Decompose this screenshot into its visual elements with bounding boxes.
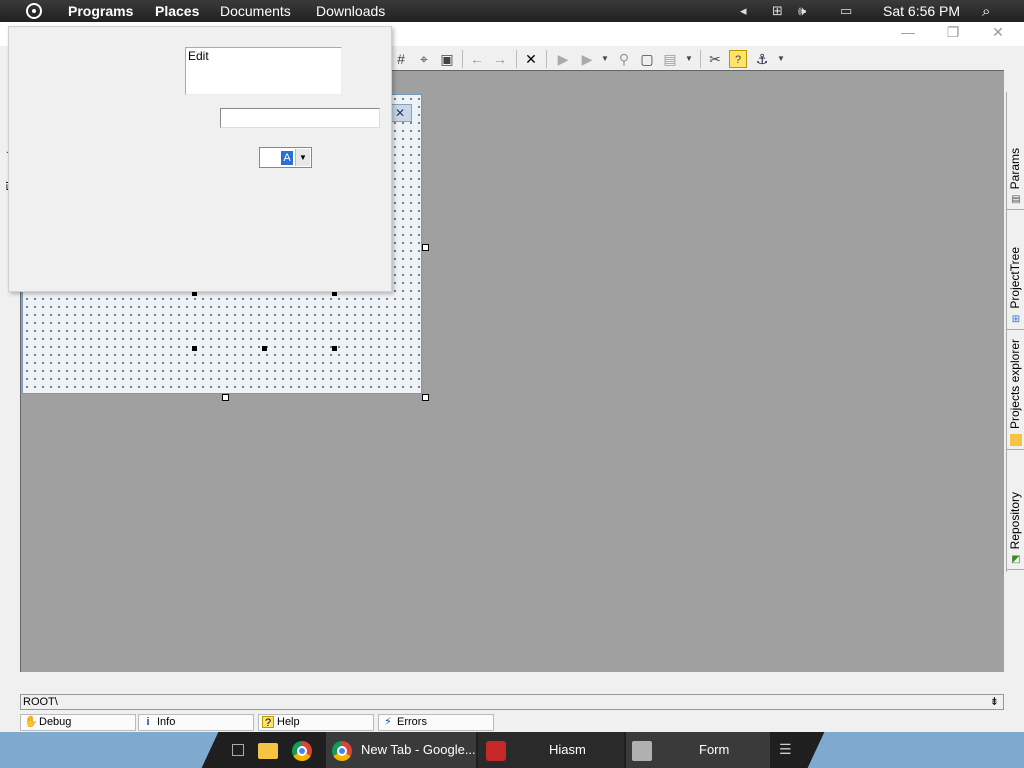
memo-field[interactable]: Edit (185, 47, 342, 95)
volume-icon[interactable]: 🕪 (798, 3, 806, 19)
search-icon[interactable]: ⌕ (982, 3, 990, 20)
tab-help-label: Help (277, 716, 300, 728)
menu-programs[interactable]: Programs (68, 3, 133, 19)
bottom-tabs: ✋ Debug i Info ? Help ⚡ Errors (20, 712, 1004, 732)
tab-info[interactable]: i Info (138, 714, 254, 731)
menu-downloads[interactable]: Downloads (316, 3, 385, 19)
chevron-down-icon[interactable]: ▼ (295, 149, 310, 166)
delete-icon[interactable]: ✕ (522, 50, 540, 68)
tab-repository[interactable]: Repository ◩ (1007, 450, 1024, 570)
resize-handle[interactable] (422, 244, 429, 251)
form-preview-window: Edit A ▼ (8, 26, 392, 292)
combo-box[interactable]: A ▼ (259, 147, 312, 168)
help-icon: ? (262, 716, 274, 729)
taskbar-app-label: New Tab - Google... (361, 742, 476, 757)
network-icon[interactable]: ⊞ (772, 3, 783, 19)
taskbar-app-hiasm[interactable]: Hiasm (478, 732, 624, 768)
toolbar-separator (700, 50, 701, 68)
folder-icon (1010, 434, 1022, 446)
anchor-icon[interactable]: ⚓ (753, 50, 771, 68)
toolbar-separator (462, 50, 463, 68)
menu-icon[interactable]: ☰ (779, 742, 793, 756)
right-side-tabs: Params ▤ ProjectTree ⊞ Projects explorer… (1006, 92, 1024, 572)
tab-projects-explorer-label: Projects explorer (1008, 338, 1022, 429)
path-text: ROOT\ (23, 696, 58, 708)
control-handle[interactable] (262, 346, 267, 351)
control-handle[interactable] (192, 346, 197, 351)
taskbar-app-form[interactable]: Form (626, 732, 770, 768)
combo-selected-value: A (281, 151, 293, 165)
undo-icon[interactable]: ← (468, 50, 486, 68)
resize-handle[interactable] (422, 394, 429, 401)
project-dropdown-icon[interactable]: ▤ (661, 50, 679, 68)
tools-icon[interactable]: ✂ (706, 50, 724, 68)
show-desktop-icon[interactable] (232, 744, 244, 756)
grid-icon[interactable]: # (392, 50, 410, 68)
tab-repository-label: Repository (1008, 491, 1022, 549)
files-icon[interactable] (258, 743, 278, 759)
arrow-left-icon[interactable]: ◂ (740, 3, 747, 19)
hiasm-icon (486, 741, 506, 761)
toolbar-separator (546, 50, 547, 68)
taskbar: New Tab - Google... Hiasm Form ☰ (0, 732, 1024, 768)
tab-projecttree[interactable]: ProjectTree ⊞ (1007, 210, 1024, 330)
chevron-down-icon[interactable]: ▼ (596, 50, 614, 68)
menu-places[interactable]: Places (155, 3, 199, 19)
form-icon (632, 741, 652, 761)
form-icon[interactable]: ▢ (638, 50, 656, 68)
run-dropdown-icon[interactable]: ▶ (578, 50, 596, 68)
display-icon[interactable]: ▭ (840, 3, 852, 19)
taskbar-app-chrome[interactable]: New Tab - Google... (326, 732, 476, 768)
split-icon[interactable]: ⇟ (990, 695, 999, 709)
errors-icon: ⚡ (384, 716, 392, 728)
run-icon[interactable]: ▶ (554, 50, 572, 68)
toolbar-separator (516, 50, 517, 68)
chrome-launcher-icon[interactable] (292, 741, 312, 761)
tab-projecttree-label: ProjectTree (1008, 247, 1022, 309)
tab-params-label: Params (1008, 147, 1022, 189)
path-bar: ROOT\ ⇟ (20, 694, 1004, 710)
tab-projects-explorer[interactable]: Projects explorer (1007, 330, 1024, 450)
minimize-icon[interactable]: — (898, 24, 918, 40)
align-center-icon[interactable]: ⌖ (415, 50, 433, 68)
project-tree-icon: ⊞ (1011, 314, 1021, 325)
chevron-down-icon[interactable]: ▼ (772, 50, 790, 68)
resize-handle[interactable] (222, 394, 229, 401)
top-panel: Programs Places Documents Downloads ◂ ⊞ … (0, 0, 1024, 22)
tab-errors[interactable]: ⚡ Errors (378, 714, 494, 731)
tab-info-label: Info (157, 716, 176, 728)
step-icon[interactable]: ⚲ (615, 50, 633, 68)
hand-icon: ✋ (24, 716, 38, 728)
tab-errors-label: Errors (397, 716, 427, 728)
params-icon: ▤ (1011, 194, 1021, 205)
control-handle[interactable] (332, 346, 337, 351)
redo-icon[interactable]: → (491, 50, 509, 68)
chrome-icon (332, 741, 352, 761)
menu-documents[interactable]: Documents (220, 3, 291, 19)
restore-icon[interactable]: ❐ (943, 24, 963, 41)
tab-debug[interactable]: ✋ Debug (20, 714, 136, 731)
taskbar-app-label: Form (699, 742, 730, 757)
activities-icon[interactable] (26, 3, 42, 19)
info-icon: i (146, 716, 150, 728)
taskbar-app-label: Hiasm (549, 742, 586, 757)
clock[interactable]: Sat 6:56 PM (883, 3, 960, 19)
chevron-down-icon[interactable]: ▼ (680, 50, 698, 68)
tab-params[interactable]: Params ▤ (1007, 92, 1024, 210)
edit-field[interactable] (220, 108, 380, 128)
tab-debug-label: Debug (39, 716, 72, 728)
close-icon[interactable]: ✕ (988, 24, 1008, 41)
help-icon[interactable]: ? (729, 50, 747, 68)
tab-help[interactable]: ? Help (258, 714, 374, 731)
repository-icon: ◩ (1011, 554, 1021, 565)
fit-icon[interactable]: ▣ (438, 50, 456, 68)
